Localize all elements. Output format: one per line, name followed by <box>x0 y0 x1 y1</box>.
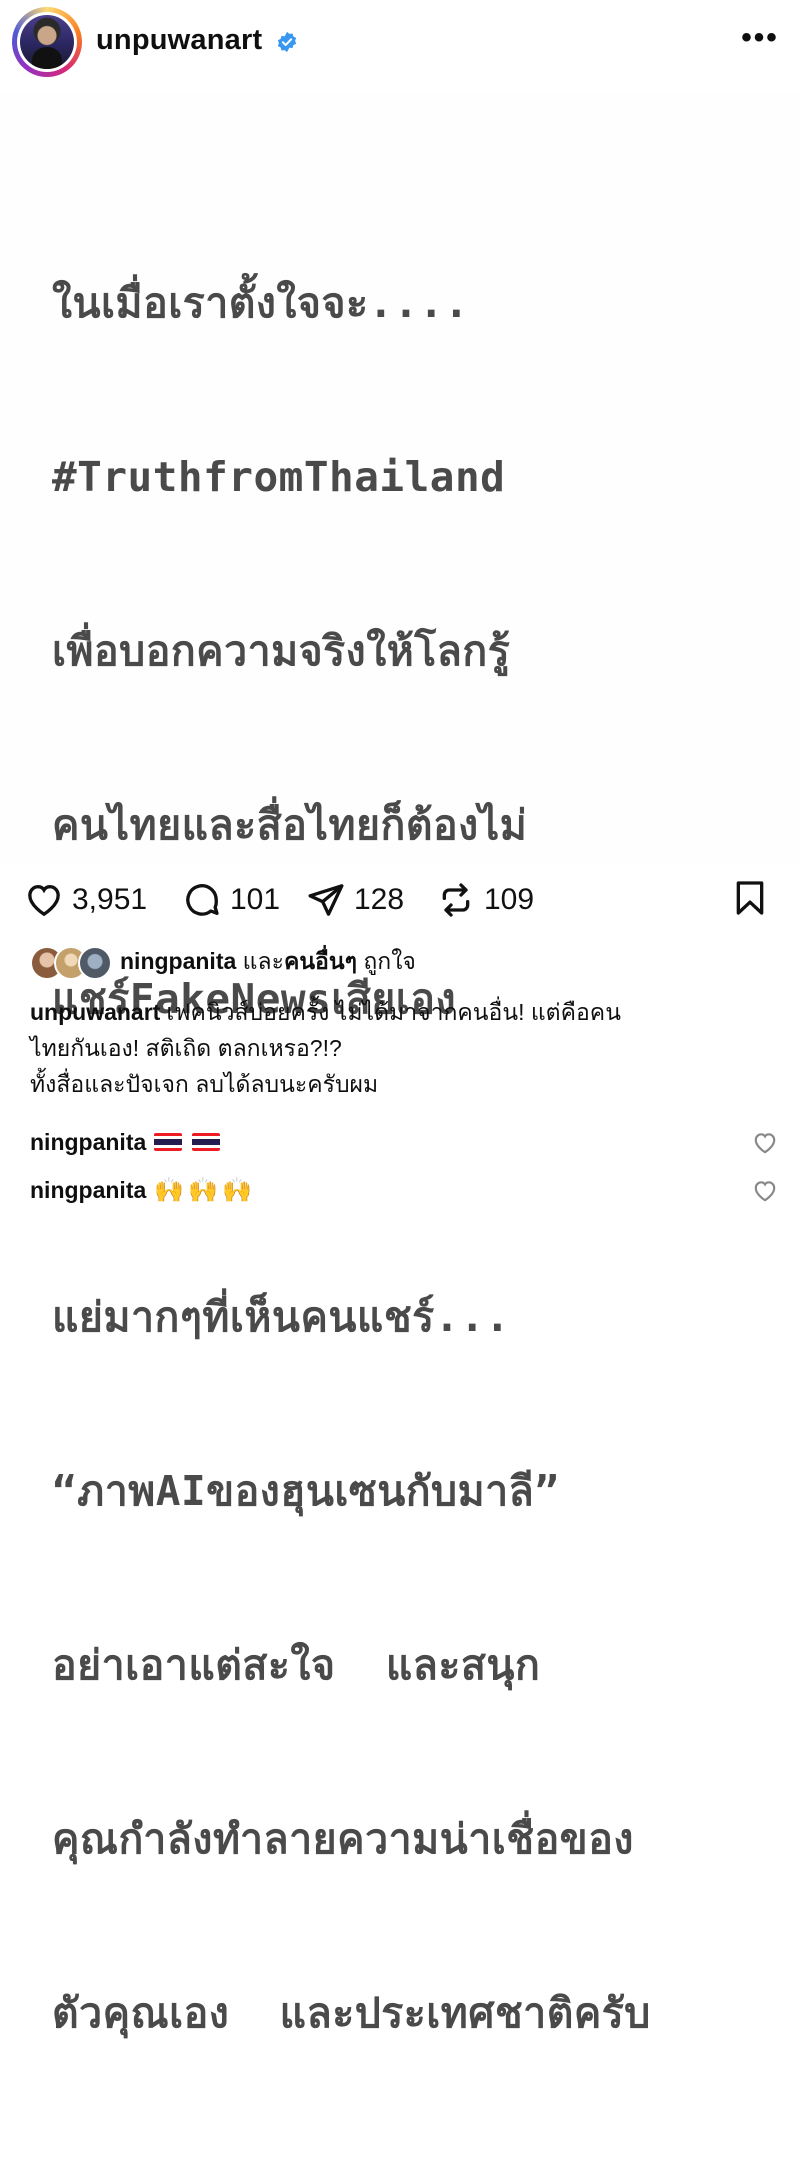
more-options-button[interactable]: ••• <box>740 23 780 56</box>
post-text-line: แย่มากๆที่เห็นคนแชร์... <box>52 1293 511 1341</box>
repost-icon <box>442 883 470 917</box>
raising-hands-icon: 🙌 <box>188 1176 219 1204</box>
avatar-photo <box>20 15 74 69</box>
profile-avatar[interactable] <box>12 7 82 77</box>
comment-username[interactable]: ningpanita <box>30 1129 146 1156</box>
comment-item: ningpanita 🙌 🙌 🙌 <box>30 1170 780 1210</box>
post-text-line: อย่าเอาแต่สะใจ และสนุก <box>52 1641 541 1689</box>
comment-count: 101 <box>230 883 281 916</box>
comment-heart-icon[interactable] <box>752 1130 778 1156</box>
like-button[interactable]: 3,951 <box>24 880 147 920</box>
share-button[interactable]: 128 <box>306 880 404 920</box>
post-caption: unpuwanart เฟคนิวส์บ่อยครั้ง ไม่ได้มาจากค… <box>30 994 780 1102</box>
liked-by-suffix: ถูกใจ <box>363 948 416 974</box>
post-text-line: เพื่อบอกความจริงให้โลกรู้ <box>52 627 511 675</box>
caption-line: ทั้งสื่อและปัจเจก ลบได้ลบนะครับผม <box>30 1071 379 1097</box>
comment-item: ningpanita <box>30 1122 780 1162</box>
repost-count: 109 <box>484 883 535 916</box>
caption-line: ไทยกันเอง! สติเถิด ตลกเหรอ?!? <box>30 1035 342 1061</box>
liked-by-text: ningpanita และคนอื่นๆ ถูกใจ <box>120 944 416 980</box>
post-text-line: ในเมื่อเราตั้งใจจะ.... <box>52 279 470 327</box>
share-count: 128 <box>354 883 405 916</box>
comment-button[interactable]: 101 <box>182 880 280 920</box>
verified-badge-icon <box>277 31 297 53</box>
caption-line: เฟคนิวส์บ่อยครั้ง ไม่ได้มาจากคนอื่น! แต่… <box>166 999 621 1025</box>
thailand-flag-icon <box>154 1133 183 1151</box>
liked-by-others[interactable]: คนอื่นๆ <box>284 948 357 974</box>
raising-hands-icon: 🙌 <box>222 1176 252 1204</box>
username-link[interactable]: unpuwanart <box>96 24 262 57</box>
like-count: 3,951 <box>72 883 148 916</box>
paper-plane-icon <box>308 884 344 916</box>
caption-username[interactable]: unpuwanart <box>30 999 160 1025</box>
post-header: unpuwanart ••• <box>0 0 800 92</box>
comment-icon <box>186 884 219 916</box>
liked-by-and: และ <box>242 948 284 974</box>
liked-by-user[interactable]: ningpanita <box>120 948 236 974</box>
post-text-line: “ภาพAIของฮุนเซนกับมาลี” <box>52 1467 560 1515</box>
post-text-line: คุณกำลังทำลายความน่าเชื่อของ <box>52 1815 634 1863</box>
repost-button[interactable]: 109 <box>436 880 534 920</box>
raising-hands-icon: 🙌 <box>154 1176 185 1204</box>
post-text-line: ตัวคุณเอง และประเทศชาติครับ <box>52 1989 651 2037</box>
comment-heart-icon[interactable] <box>752 1178 778 1204</box>
bookmark-icon <box>736 881 764 915</box>
thailand-flag-icon <box>192 1133 221 1151</box>
post-text-line: คนไทยและสื่อไทยก็ต้องไม่ <box>52 801 528 849</box>
heart-icon <box>28 884 60 917</box>
liked-by-avatars <box>30 946 116 980</box>
post-image[interactable]: ในเมื่อเราตั้งใจจะ.... #TruthfromThailan… <box>0 92 800 2037</box>
liker-avatar <box>78 946 112 980</box>
liked-by-row[interactable]: ningpanita และคนอื่นๆ ถูกใจ <box>30 944 416 980</box>
post-text-line: #TruthfromThailand <box>52 453 506 501</box>
save-button[interactable] <box>730 878 770 918</box>
action-bar: 3,951 101 128 109 <box>0 870 800 930</box>
comment-username[interactable]: ningpanita <box>30 1177 146 1204</box>
